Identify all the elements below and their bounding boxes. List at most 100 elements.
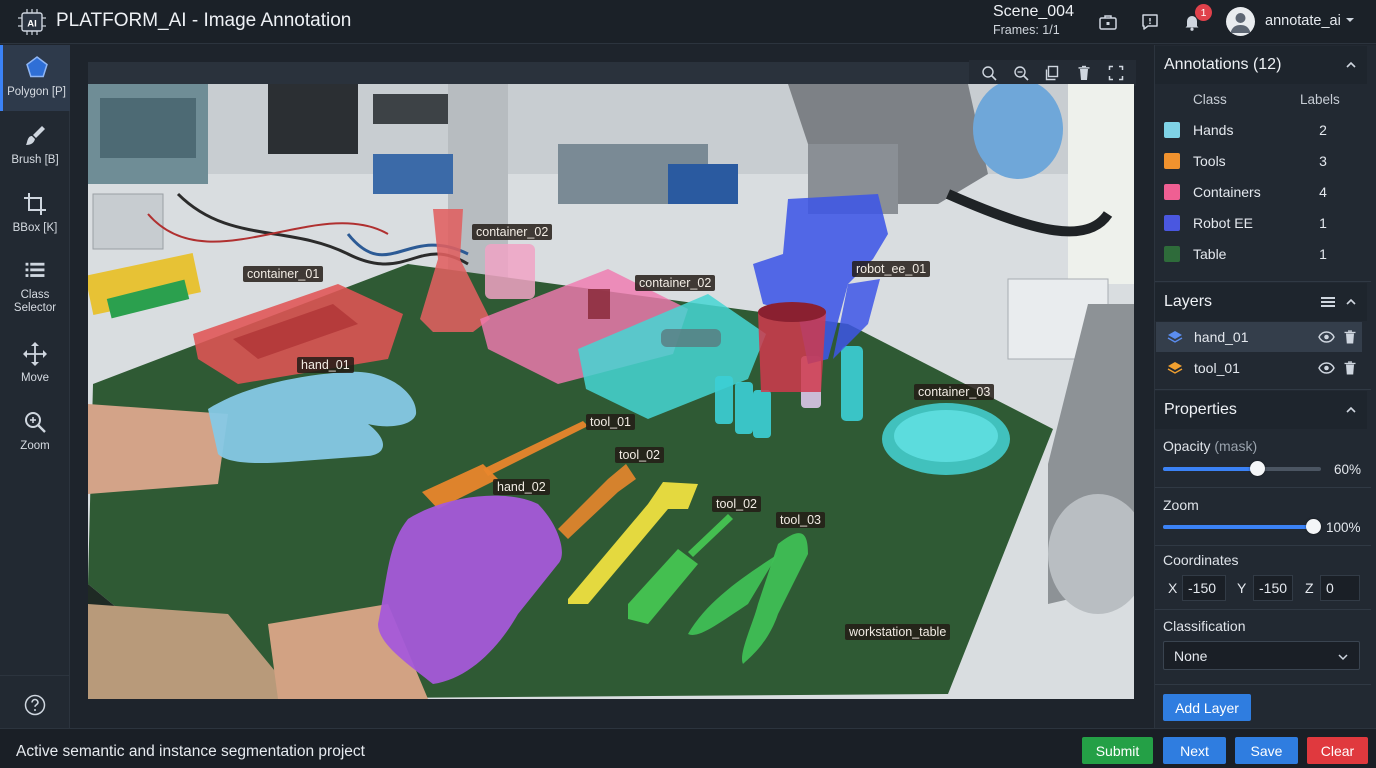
label-robot-ee-01[interactable]: robot_ee_01: [852, 261, 931, 277]
annotation-class: Tools: [1193, 153, 1226, 169]
annotation-row-hands[interactable]: Hands 2: [1164, 116, 1360, 144]
x-label: X: [1168, 580, 1178, 596]
annotation-count: 2: [1319, 122, 1327, 138]
label-container-02-top[interactable]: container_02: [472, 224, 553, 240]
help-icon[interactable]: [23, 693, 47, 717]
annotation-canvas[interactable]: container_01 container_02 container_02 r…: [88, 84, 1134, 699]
coordinates-label: Coordinates: [1163, 552, 1239, 568]
layer-name: tool_01: [1194, 360, 1240, 376]
layer-item-hand-01[interactable]: hand_01: [1156, 322, 1362, 352]
properties-header[interactable]: Properties: [1155, 391, 1367, 429]
add-layer-button[interactable]: Add Layer: [1163, 694, 1251, 721]
briefcase-icon[interactable]: [1096, 10, 1120, 34]
save-button[interactable]: Save: [1235, 737, 1298, 764]
annotations-header[interactable]: Annotations (12): [1155, 46, 1367, 84]
notification-badge: 1: [1195, 4, 1212, 21]
layers-header[interactable]: Layers: [1155, 283, 1367, 321]
label-container-03[interactable]: container_03: [914, 384, 995, 400]
label-workstation-table[interactable]: workstation_table: [845, 624, 951, 640]
panel-divider: [1155, 487, 1371, 488]
pentagon-icon: [25, 56, 48, 78]
y-coordinate-field[interactable]: -150: [1253, 575, 1293, 601]
annotation-class: Robot EE: [1193, 215, 1253, 231]
label-tool-02-yellow[interactable]: tool_02: [712, 496, 762, 512]
label-hand-02[interactable]: hand_02: [493, 479, 550, 495]
svg-text:AI: AI: [27, 19, 37, 30]
annotation-count: 1: [1319, 215, 1327, 231]
brush-tool-label: Brush [B]: [11, 154, 59, 166]
annotation-row-tools[interactable]: Tools 3: [1164, 147, 1360, 175]
eye-icon[interactable]: [1316, 328, 1336, 346]
annotation-count: 4: [1319, 184, 1327, 200]
clear-button[interactable]: Clear: [1307, 737, 1368, 764]
bbox-tool-label: BBox [K]: [12, 222, 58, 234]
toolbar-divider: [0, 675, 70, 676]
zoom-label: Zoom: [1163, 497, 1199, 513]
annotation-row-robot-ee[interactable]: Robot EE 1: [1164, 209, 1360, 237]
zoom-out-icon[interactable]: [1012, 64, 1030, 82]
copy-icon[interactable]: [1043, 64, 1061, 82]
eye-icon[interactable]: [1316, 359, 1336, 377]
zoom-value: 100%: [1326, 520, 1361, 535]
layers-title: Layers: [1164, 293, 1213, 310]
annotations-col-labels: Labels: [1300, 92, 1340, 107]
brush-tool[interactable]: Brush [B]: [0, 113, 70, 179]
zoom-tool[interactable]: Zoom: [0, 399, 70, 465]
polygon-tool[interactable]: Polygon [P]: [0, 45, 70, 111]
annotations-col-class: Class: [1193, 92, 1227, 107]
comment-icon[interactable]: [1138, 10, 1162, 34]
chevron-up-icon[interactable]: [1345, 296, 1357, 308]
label-tool-01[interactable]: tool_01: [586, 414, 636, 430]
layer-list-icon[interactable]: [1321, 295, 1335, 309]
chevron-up-icon[interactable]: [1345, 404, 1357, 416]
chevron-down-icon: [1338, 654, 1348, 661]
opacity-value: 60%: [1334, 462, 1362, 477]
move-icon: [23, 342, 47, 366]
annotation-count: 3: [1319, 153, 1327, 169]
chevron-down-icon[interactable]: [1344, 14, 1356, 26]
classification-select[interactable]: None: [1163, 641, 1360, 670]
class-color-swatch: [1164, 122, 1180, 138]
label-container-01[interactable]: container_01: [243, 266, 324, 282]
polygon-tool-label: Polygon [P]: [7, 86, 66, 98]
annotation-class: Hands: [1193, 122, 1234, 138]
submit-button[interactable]: Submit: [1082, 737, 1153, 764]
class-color-swatch: [1164, 184, 1180, 200]
layers-icon: [1166, 359, 1184, 377]
label-hand-01[interactable]: hand_01: [297, 357, 354, 373]
annotation-row-table[interactable]: Table 1: [1164, 240, 1360, 268]
move-tool[interactable]: Move: [0, 331, 70, 397]
label-tool-03[interactable]: tool_03: [776, 512, 826, 528]
class-selector-label: Class Selector: [13, 288, 57, 314]
zoom-in-icon[interactable]: [980, 64, 998, 82]
opacity-label-text: Opacity: [1163, 438, 1211, 454]
trash-icon[interactable]: [1340, 328, 1360, 346]
label-container-02-teal[interactable]: container_02: [635, 275, 716, 291]
avatar[interactable]: [1226, 7, 1255, 36]
annotation-row-containers[interactable]: Containers 4: [1164, 178, 1360, 206]
crop-icon: [24, 193, 46, 215]
bbox-tool[interactable]: BBox [K]: [0, 181, 70, 247]
x-coordinate-field[interactable]: -150: [1182, 575, 1226, 601]
panel-divider: [1155, 545, 1371, 546]
z-coordinate-field[interactable]: 0: [1320, 575, 1360, 601]
project-status-text: Active semantic and instance segmentatio…: [16, 743, 365, 760]
layer-item-tool-01[interactable]: tool_01: [1156, 353, 1362, 383]
username[interactable]: annotate_ai: [1265, 13, 1341, 29]
scene-name: Scene_004: [993, 3, 1074, 20]
chevron-up-icon[interactable]: [1345, 59, 1357, 71]
zoom-slider-fill: [1163, 525, 1313, 529]
frame-counter: Frames: 1/1: [993, 23, 1060, 37]
zoom-slider-handle[interactable]: [1305, 519, 1321, 534]
class-color-swatch: [1164, 153, 1180, 169]
opacity-slider[interactable]: [1163, 461, 1321, 476]
fullscreen-icon[interactable]: [1107, 64, 1125, 82]
label-tool-02-orange[interactable]: tool_02: [615, 447, 665, 463]
panel-divider: [1155, 389, 1371, 390]
next-button[interactable]: Next: [1163, 737, 1226, 764]
class-selector-tool[interactable]: Class Selector: [0, 249, 70, 315]
trash-icon[interactable]: [1340, 359, 1360, 377]
move-tool-label: Move: [20, 372, 50, 384]
trash-icon[interactable]: [1075, 64, 1093, 82]
zoom-slider[interactable]: [1163, 519, 1321, 534]
